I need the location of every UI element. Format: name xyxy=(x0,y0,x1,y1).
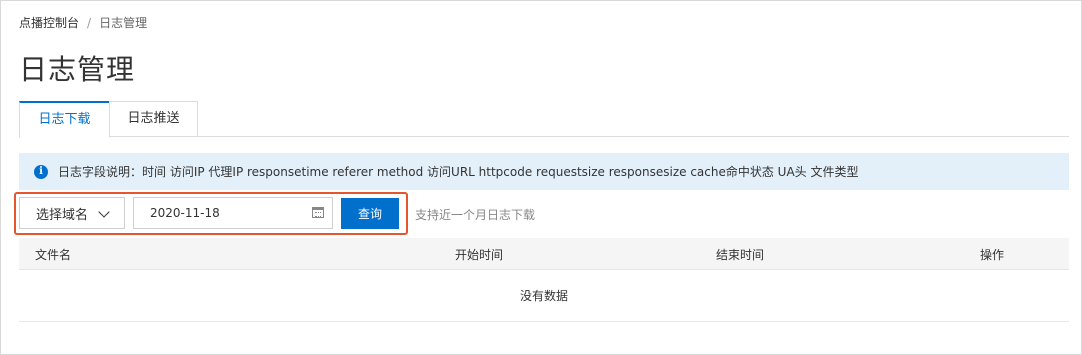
breadcrumb-root[interactable]: 点播控制台 xyxy=(19,14,79,31)
breadcrumb-current: 日志管理 xyxy=(99,16,148,30)
date-picker[interactable]: 2020-11-18 xyxy=(133,197,333,229)
chevron-down-icon xyxy=(98,206,110,218)
tab-bar: 日志下载 日志推送 xyxy=(19,101,1069,138)
tab-log-download[interactable]: 日志下载 xyxy=(19,101,110,138)
column-header-filename: 文件名 xyxy=(35,248,72,262)
table-header: 文件名 开始时间 结束时间 操作 xyxy=(19,238,1069,270)
column-header-actions: 操作 xyxy=(980,248,1005,262)
domain-select-value: 选择域名 xyxy=(36,207,89,223)
breadcrumb-separator: / xyxy=(87,15,92,30)
date-range-hint: 支持近一个月日志下载 xyxy=(415,208,536,222)
breadcrumb: 点播控制台 / 日志管理 xyxy=(19,14,147,31)
page-title: 日志管理 xyxy=(19,53,136,86)
info-banner-text: 日志字段说明：时间 访问IP 代理IP responsetime referer… xyxy=(58,165,859,179)
column-header-start-time: 开始时间 xyxy=(455,248,504,262)
domain-select[interactable]: 选择域名 xyxy=(19,197,125,229)
column-header-end-time: 结束时间 xyxy=(716,248,765,262)
calendar-icon[interactable] xyxy=(312,207,324,218)
info-banner: i 日志字段说明：时间 访问IP 代理IP responsetime refer… xyxy=(19,153,1069,190)
info-icon: i xyxy=(34,164,48,179)
tab-log-push[interactable]: 日志推送 xyxy=(109,101,198,137)
query-button[interactable]: 查询 xyxy=(341,198,399,229)
date-value: 2020-11-18 xyxy=(150,206,220,220)
table-empty-message: 没有数据 xyxy=(19,270,1069,322)
log-table: 文件名 开始时间 结束时间 操作 没有数据 xyxy=(19,238,1069,322)
